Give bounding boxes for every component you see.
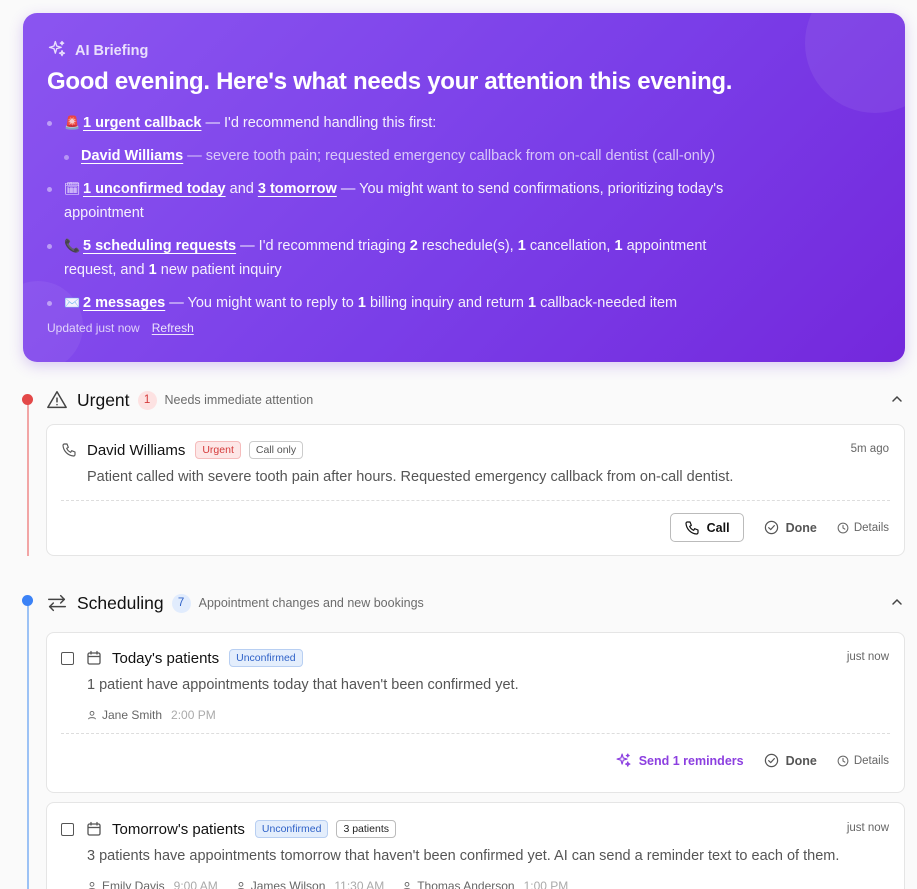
card-title: Tomorrow's patients: [112, 820, 245, 838]
swap-arrows-icon: [46, 592, 68, 614]
briefing-title: Good evening. Here's what needs your att…: [47, 68, 733, 95]
card-divider: [61, 733, 890, 734]
card-timestamp: 5m ago: [850, 443, 889, 455]
envelope-icon: ✉️: [64, 295, 81, 310]
ai-briefing-card: AI Briefing Good evening. Here's what ne…: [23, 13, 905, 362]
details-button[interactable]: Details: [837, 522, 889, 534]
briefing-subitem-patient: David Williams — severe tooth pain; requ…: [47, 145, 747, 169]
urgent-section-header[interactable]: Urgent 1 Needs immediate attention: [46, 388, 908, 412]
card-description: 1 patient have appointments today that h…: [87, 677, 519, 693]
timeline-dot-scheduling: [22, 595, 33, 606]
patient-count-badge: 3 patients: [336, 820, 396, 838]
patient-entry: James Wilson 11:30 AM: [236, 879, 384, 889]
sparkles-icon: [47, 39, 67, 63]
unconfirmed-today-link[interactable]: 1 unconfirmed today: [83, 181, 226, 197]
phone-icon: [61, 442, 77, 458]
scheduling-count-badge: 7: [171, 593, 191, 613]
card-title: Today's patients: [112, 649, 220, 667]
patient-entry: Thomas Anderson 1:00 PM: [402, 879, 568, 889]
briefing-footer: Updated just now Refresh: [47, 321, 194, 335]
decorative-circle: [805, 13, 905, 113]
card-header: David Williams Urgent Call only: [61, 440, 311, 460]
select-checkbox[interactable]: [61, 822, 74, 836]
briefing-item-confirmations: 🗓 1 unconfirmed today and 3 tomorrow — Yo…: [47, 177, 747, 225]
patient-entry: Emily Davis 9:00 AM: [87, 879, 218, 889]
warning-triangle-icon: [46, 389, 68, 411]
phone-icon: [684, 520, 700, 536]
card-description: Patient called with severe tooth pain af…: [87, 469, 734, 485]
updated-status: Updated just now: [47, 321, 140, 335]
send-reminders-button[interactable]: Send 1 reminders: [615, 752, 744, 769]
patient-name: David Williams: [87, 441, 186, 459]
select-checkbox[interactable]: [61, 651, 74, 665]
chevron-up-icon[interactable]: [890, 392, 904, 406]
patient-entry: Jane Smith 2:00 PM: [87, 708, 216, 722]
scheduling-card-tomorrow[interactable]: Tomorrow's patients Unconfirmed 3 patien…: [46, 802, 905, 889]
briefing-item-urgent: 🚨 1 urgent callback — I'd recommend handl…: [47, 111, 747, 136]
timeline-line-scheduling: [27, 604, 29, 889]
briefing-header: AI Briefing: [47, 39, 148, 63]
sparkles-icon: [615, 752, 632, 769]
card-header: Tomorrow's patients Unconfirmed 3 patien…: [61, 819, 404, 839]
scheduling-requests-link[interactable]: 5 scheduling requests: [83, 238, 236, 254]
chevron-up-icon[interactable]: [890, 595, 904, 609]
siren-icon: 🚨: [64, 115, 81, 130]
person-icon: [402, 881, 412, 889]
patient-list: Emily Davis 9:00 AM James Wilson 11:30 A…: [87, 879, 568, 889]
card-divider: [61, 500, 890, 501]
scheduling-card-today[interactable]: Today's patients Unconfirmed just now 1 …: [46, 632, 905, 793]
call-button[interactable]: Call: [669, 513, 744, 542]
done-button[interactable]: Done: [764, 520, 817, 535]
unconfirmed-badge: Unconfirmed: [229, 649, 303, 667]
call-only-badge: Call only: [248, 441, 304, 459]
briefing-item-scheduling: 📞 5 scheduling requests — I'd recommend t…: [47, 234, 747, 282]
card-timestamp: just now: [846, 651, 889, 663]
check-circle-icon: [764, 753, 779, 768]
urgent-card-david-williams[interactable]: David Williams Urgent Call only 5m ago P…: [46, 424, 905, 556]
calendar-icon: [86, 821, 102, 837]
phone-icon: 📞: [64, 238, 81, 253]
details-button[interactable]: Details: [837, 755, 889, 767]
calendar-icon: [86, 650, 102, 666]
calendar-icon: 🗓: [64, 181, 81, 196]
urgent-callback-link[interactable]: 1 urgent callback: [83, 115, 201, 131]
person-icon: [236, 881, 246, 889]
briefing-item-messages: ✉️ 2 messages — You might want to reply t…: [47, 291, 747, 316]
scheduling-section-title: Scheduling: [77, 592, 164, 613]
timeline-line-urgent: [27, 400, 29, 556]
card-actions: Send 1 reminders Done Details: [615, 752, 889, 769]
urgent-section-title: Urgent: [77, 389, 130, 410]
patient-link-david-williams[interactable]: David Williams: [81, 148, 183, 164]
card-actions: Call Done Details: [669, 513, 889, 542]
clock-icon: [837, 522, 849, 534]
urgent-section-subtitle: Needs immediate attention: [164, 393, 314, 407]
check-circle-icon: [764, 520, 779, 535]
person-icon: [87, 710, 97, 720]
unconfirmed-badge: Unconfirmed: [254, 820, 329, 838]
scheduling-section-header[interactable]: Scheduling 7 Appointment changes and new…: [46, 591, 908, 615]
patient-list: Jane Smith 2:00 PM: [87, 708, 216, 722]
refresh-link[interactable]: Refresh: [152, 321, 194, 335]
card-timestamp: just now: [846, 822, 889, 834]
tomorrow-link[interactable]: 3 tomorrow: [258, 181, 337, 197]
card-description: 3 patients have appointments tomorrow th…: [87, 848, 840, 864]
briefing-label: AI Briefing: [75, 43, 149, 59]
briefing-list: 🚨 1 urgent callback — I'd recommend handl…: [47, 111, 747, 325]
urgent-count-badge: 1: [137, 390, 157, 410]
clock-icon: [837, 755, 849, 767]
urgent-badge: Urgent: [195, 441, 241, 459]
messages-link[interactable]: 2 messages: [83, 295, 165, 311]
card-header: Today's patients Unconfirmed: [61, 648, 311, 668]
person-icon: [87, 881, 97, 889]
scheduling-section-subtitle: Appointment changes and new bookings: [198, 596, 424, 610]
timeline-dot-urgent: [22, 394, 33, 405]
done-button[interactable]: Done: [764, 753, 817, 768]
